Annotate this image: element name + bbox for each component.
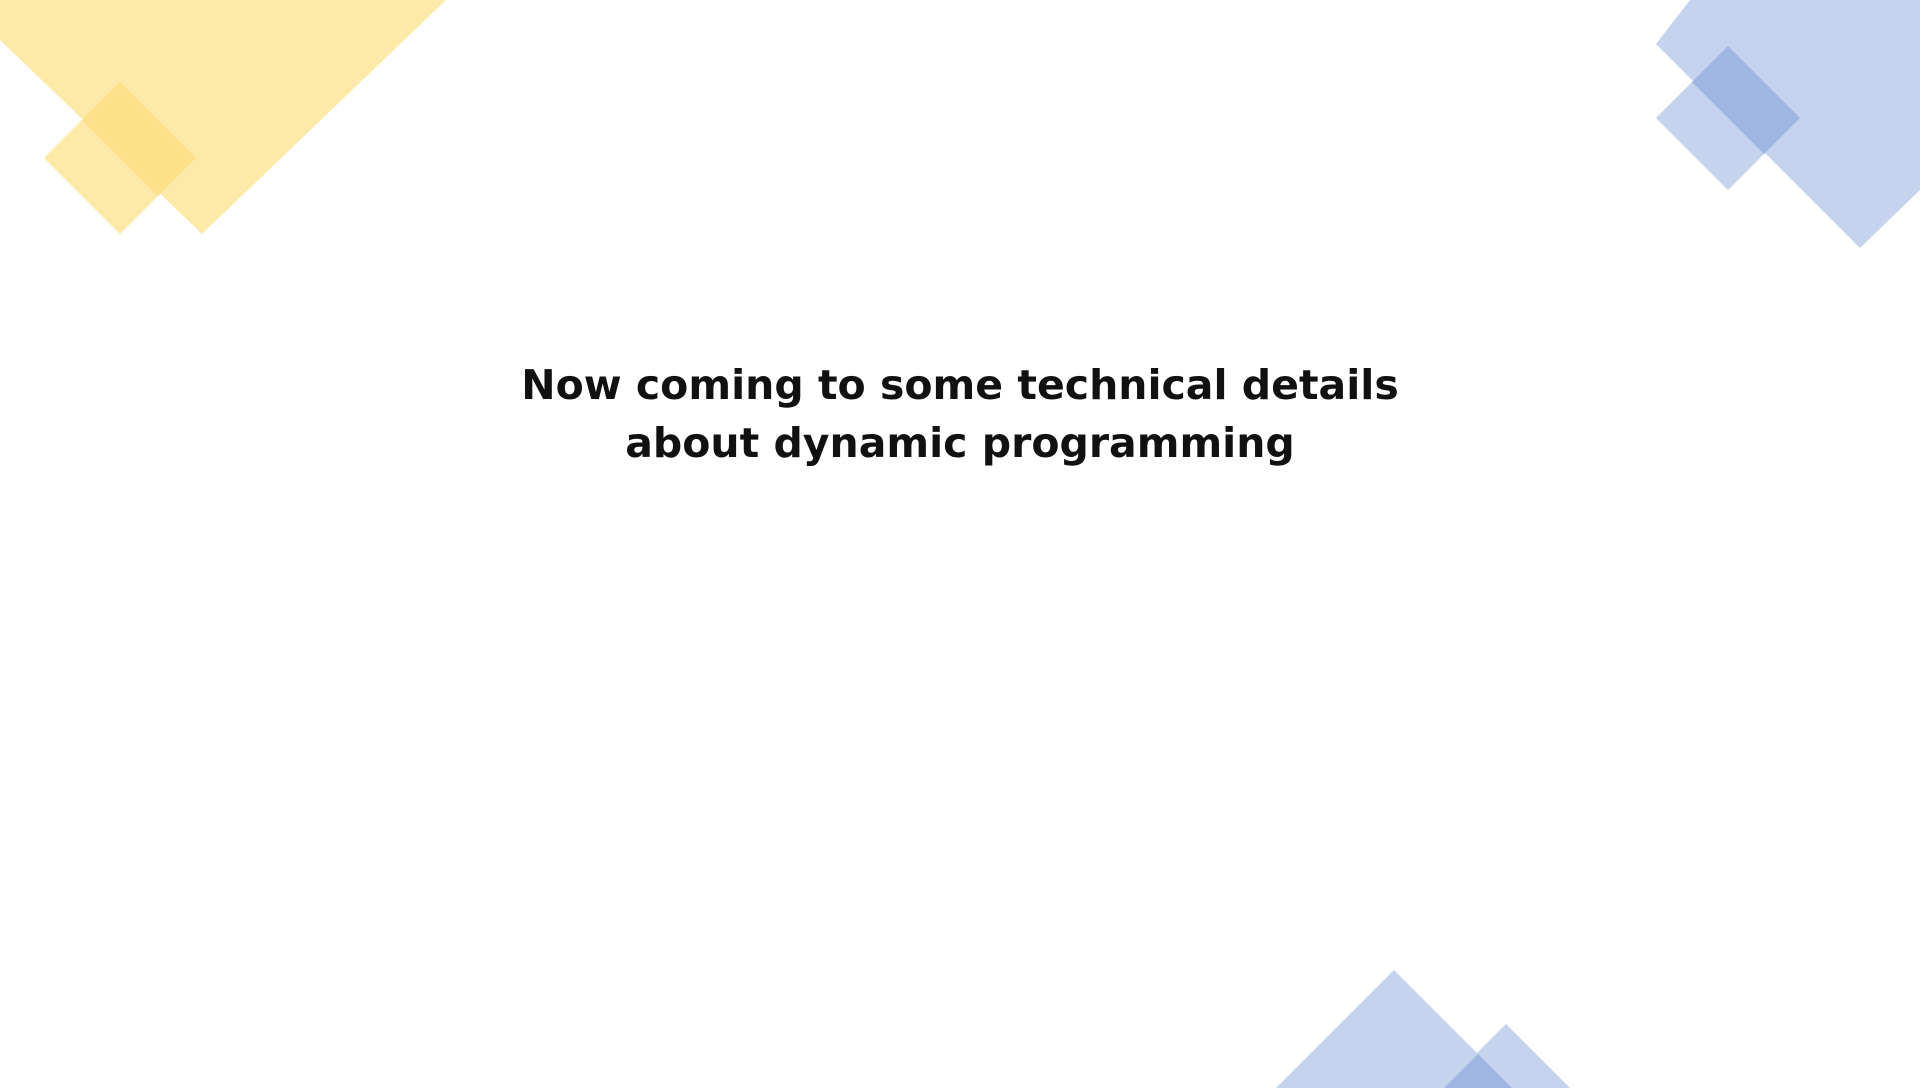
yellow-large-diamond — [0, 0, 446, 234]
slide-title-line-1: Now coming to some technical details — [521, 361, 1399, 409]
slide-title: Now coming to some technical details abo… — [0, 356, 1920, 472]
slide-title-line-2: about dynamic programming — [625, 419, 1295, 467]
decorative-shapes — [0, 0, 1920, 1088]
slide: Now coming to some technical details abo… — [0, 0, 1920, 1088]
